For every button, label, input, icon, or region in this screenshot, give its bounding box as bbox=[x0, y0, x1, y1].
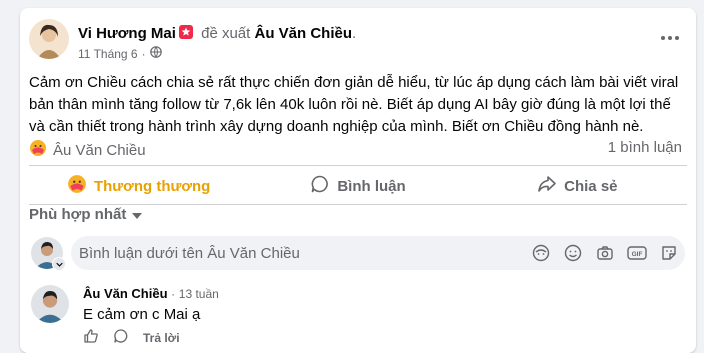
comment-composer: GIF bbox=[71, 236, 685, 270]
post-actions: Thương thương Bình luận Chia sẻ bbox=[29, 168, 687, 204]
like-thumb-icon[interactable] bbox=[83, 328, 99, 347]
switch-profile-button[interactable] bbox=[52, 257, 66, 271]
share-label: Chia sẻ bbox=[564, 177, 618, 195]
emoji-icon[interactable] bbox=[563, 243, 583, 263]
target-suffix: . bbox=[352, 25, 357, 42]
author-avatar[interactable] bbox=[29, 19, 69, 59]
comment-time[interactable]: 13 tuần bbox=[179, 287, 219, 301]
reaction-name: Âu Văn Chiều bbox=[53, 141, 146, 159]
recommended-page-name[interactable]: Âu Văn Chiều bbox=[255, 25, 353, 42]
comment-header: Âu Văn Chiều · 13 tuần bbox=[83, 286, 219, 301]
post-date[interactable]: 11 Tháng 6 bbox=[78, 47, 138, 61]
more-dots-icon bbox=[661, 36, 679, 40]
reply-link[interactable]: Trả lời bbox=[143, 331, 180, 345]
camera-icon[interactable] bbox=[595, 243, 615, 263]
comment-label: Bình luận bbox=[337, 177, 406, 195]
share-arrow-icon bbox=[537, 174, 557, 198]
globe-icon bbox=[149, 46, 162, 61]
post-header: Vi Hương Mai đề xuất Âu Văn Chiều. bbox=[78, 24, 356, 44]
post-meta: 11 Tháng 6 · bbox=[78, 46, 162, 61]
avatar-sticker-icon[interactable] bbox=[531, 243, 551, 263]
recommend-badge-icon bbox=[178, 24, 194, 44]
commenter-avatar[interactable] bbox=[31, 285, 69, 323]
comment-author[interactable]: Âu Văn Chiều bbox=[83, 286, 168, 301]
comment-bubble-icon bbox=[310, 174, 330, 198]
divider bbox=[29, 165, 687, 166]
author-name[interactable]: Vi Hương Mai bbox=[78, 25, 176, 42]
composer-tools: GIF bbox=[531, 236, 679, 270]
comment-button[interactable]: Bình luận bbox=[248, 168, 467, 204]
chevron-down-icon bbox=[55, 262, 63, 267]
comment-count-link[interactable]: 1 bình luận bbox=[608, 139, 682, 156]
recommend-verb: đề xuất bbox=[201, 25, 251, 42]
react-button[interactable]: Thương thương bbox=[29, 168, 248, 204]
comment-reply-icon[interactable] bbox=[113, 328, 129, 347]
comment-actions: Trả lời bbox=[83, 328, 180, 347]
react-label: Thương thương bbox=[93, 177, 211, 195]
comment-input[interactable] bbox=[71, 236, 527, 270]
post-card: Vi Hương Mai đề xuất Âu Văn Chiều. 11 Th… bbox=[20, 8, 696, 353]
sort-label: Phù hợp nhất bbox=[29, 206, 127, 223]
post-body-text: Cảm ơn Chiều cách chia sẻ rất thực chiến… bbox=[29, 74, 679, 135]
sticker-icon[interactable] bbox=[659, 243, 679, 263]
gif-icon[interactable]: GIF bbox=[627, 243, 647, 263]
care-reaction-icon bbox=[29, 139, 47, 161]
meta-separator: · bbox=[141, 46, 146, 61]
divider bbox=[29, 204, 687, 205]
share-button[interactable]: Chia sẻ bbox=[468, 168, 687, 204]
caret-down-icon bbox=[132, 206, 143, 223]
comment-separator: · bbox=[171, 287, 176, 301]
svg-text:GIF: GIF bbox=[632, 251, 643, 258]
care-reaction-icon bbox=[67, 174, 87, 198]
comment-text: E cảm ơn c Mai ạ bbox=[83, 306, 201, 323]
more-options-button[interactable] bbox=[658, 28, 682, 48]
comment-sort-dropdown[interactable]: Phù hợp nhất bbox=[29, 206, 143, 223]
reaction-summary[interactable]: Âu Văn Chiều bbox=[29, 139, 146, 161]
